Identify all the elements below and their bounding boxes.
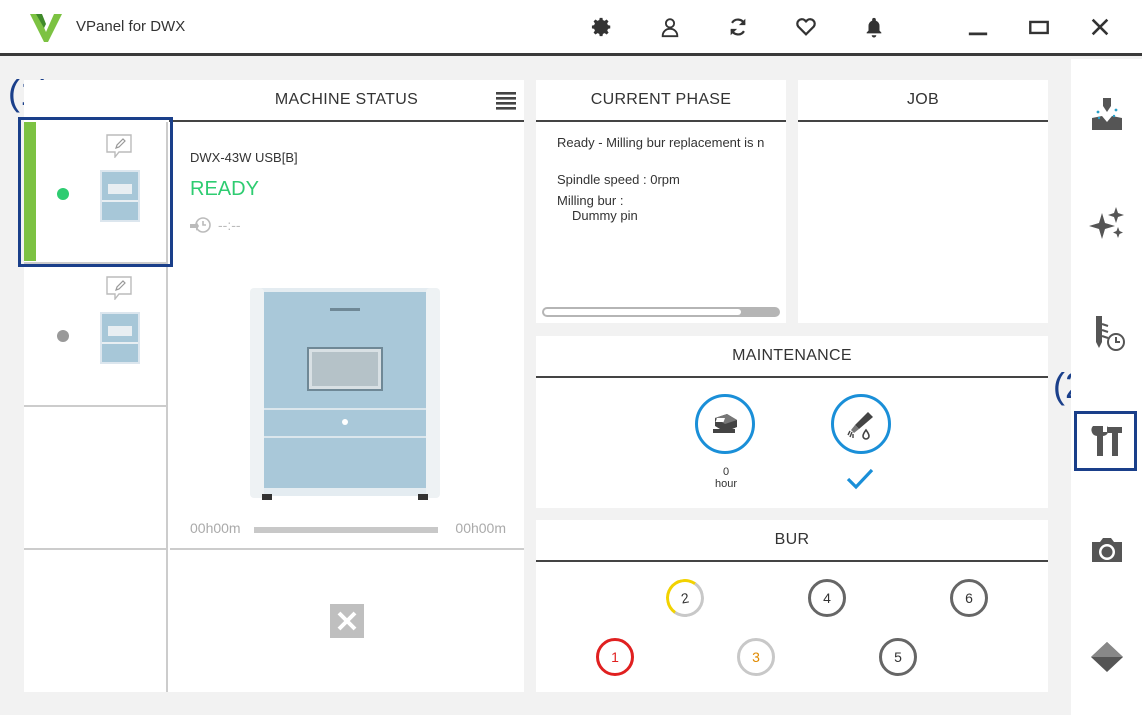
- selected-machine-highlight: [18, 117, 173, 267]
- clock-icon: [190, 217, 211, 233]
- gear-icon[interactable]: [589, 14, 615, 40]
- machine-slot-3-empty[interactable]: [24, 407, 168, 550]
- machine-maintenance-icon: [713, 414, 737, 433]
- phase-scrollbar-thumb[interactable]: [544, 309, 741, 315]
- x-icon: [337, 611, 357, 631]
- bur-slot-2[interactable]: 2: [662, 575, 708, 621]
- cleaning-brush-icon: [847, 412, 873, 440]
- job-progress-bar: [254, 527, 438, 533]
- milling-machine-image: [250, 288, 440, 500]
- remaining-time-row: --:--: [190, 216, 241, 234]
- bur-slot-5[interactable]: 5: [879, 638, 917, 676]
- status-dot-offline: [57, 330, 69, 342]
- bur-slot-6[interactable]: 6: [950, 579, 988, 617]
- maintenance-hours-button[interactable]: [695, 394, 755, 454]
- machine-status-panel: MACHINE STATUS DWX-43W USB[B] READY --:-…: [18, 80, 524, 692]
- machine-list: [18, 117, 173, 692]
- bur-header: BUR: [536, 520, 1048, 562]
- sparkle-icon[interactable]: [1079, 196, 1135, 252]
- app-title: VPanel for DWX: [76, 18, 186, 35]
- bur-timer-icon[interactable]: [1079, 305, 1135, 361]
- title-bar: VPanel for DWX: [0, 0, 1142, 56]
- remaining-time: --:--: [218, 217, 241, 233]
- user-icon[interactable]: [657, 14, 683, 40]
- phase-message: Ready - Milling bur replacement is n: [557, 135, 765, 150]
- cancel-button[interactable]: [330, 604, 364, 638]
- job-panel: JOB: [798, 80, 1048, 323]
- list-menu-icon[interactable]: [496, 92, 516, 110]
- checkmark-icon: [846, 468, 874, 490]
- machine-status-header: MACHINE STATUS: [169, 80, 524, 122]
- edit-name-icon[interactable]: [106, 276, 132, 300]
- close-icon[interactable]: [1087, 14, 1113, 40]
- elapsed-time: 00h00m: [190, 520, 241, 536]
- maintenance-hour-unit: hour: [714, 478, 738, 490]
- maintenance-header: MAINTENANCE: [536, 336, 1048, 378]
- machine-name: DWX-43W USB[B]: [190, 150, 298, 165]
- total-time: 00h00m: [455, 520, 506, 536]
- milling-bur-label: Milling bur :: [557, 193, 624, 208]
- wrench-tools-icon[interactable]: [1074, 411, 1137, 471]
- refresh-icon[interactable]: [725, 14, 751, 40]
- job-header: JOB: [798, 80, 1048, 122]
- bur-slot-3[interactable]: 3: [737, 638, 775, 676]
- current-phase-header: CURRENT PHASE: [536, 80, 786, 122]
- diamond-icon[interactable]: [1079, 629, 1135, 685]
- right-sidebar: [1071, 59, 1142, 715]
- maximize-icon[interactable]: [1026, 14, 1052, 40]
- bell-icon[interactable]: [861, 14, 887, 40]
- machine-state: READY: [190, 178, 259, 200]
- machine-slot-4-empty[interactable]: [24, 550, 168, 692]
- milling-bur-value: Dummy pin: [572, 208, 638, 223]
- cancel-area: [170, 550, 524, 692]
- bur-panel: BUR 1 2 3 4 5 6: [536, 520, 1048, 692]
- minimize-icon[interactable]: [965, 14, 991, 40]
- heart-icon[interactable]: [793, 14, 819, 40]
- cleaning-button[interactable]: [831, 394, 891, 454]
- vpanel-logo: [30, 14, 62, 42]
- camera-icon[interactable]: [1079, 521, 1135, 577]
- current-phase-panel: CURRENT PHASE Ready - Milling bur replac…: [536, 80, 786, 323]
- bur-slot-4[interactable]: 4: [808, 579, 846, 617]
- bur-slot-1[interactable]: 1: [596, 638, 634, 676]
- maintenance-hour-value: 0: [722, 466, 730, 478]
- maintenance-hours: 0 hour: [696, 466, 756, 490]
- phase-scrollbar[interactable]: [542, 307, 780, 317]
- machine-detail: DWX-43W USB[B] READY --:-- 00h00m 00h00m: [170, 122, 524, 550]
- spindle-speed: Spindle speed : 0rpm: [557, 172, 680, 187]
- mill-icon[interactable]: [1079, 87, 1135, 143]
- job-progress: 00h00m 00h00m: [190, 520, 506, 540]
- machine-thumbnail: [100, 312, 140, 364]
- maintenance-panel: MAINTENANCE 0 hour: [536, 336, 1048, 508]
- machine-slot-2[interactable]: [24, 264, 168, 407]
